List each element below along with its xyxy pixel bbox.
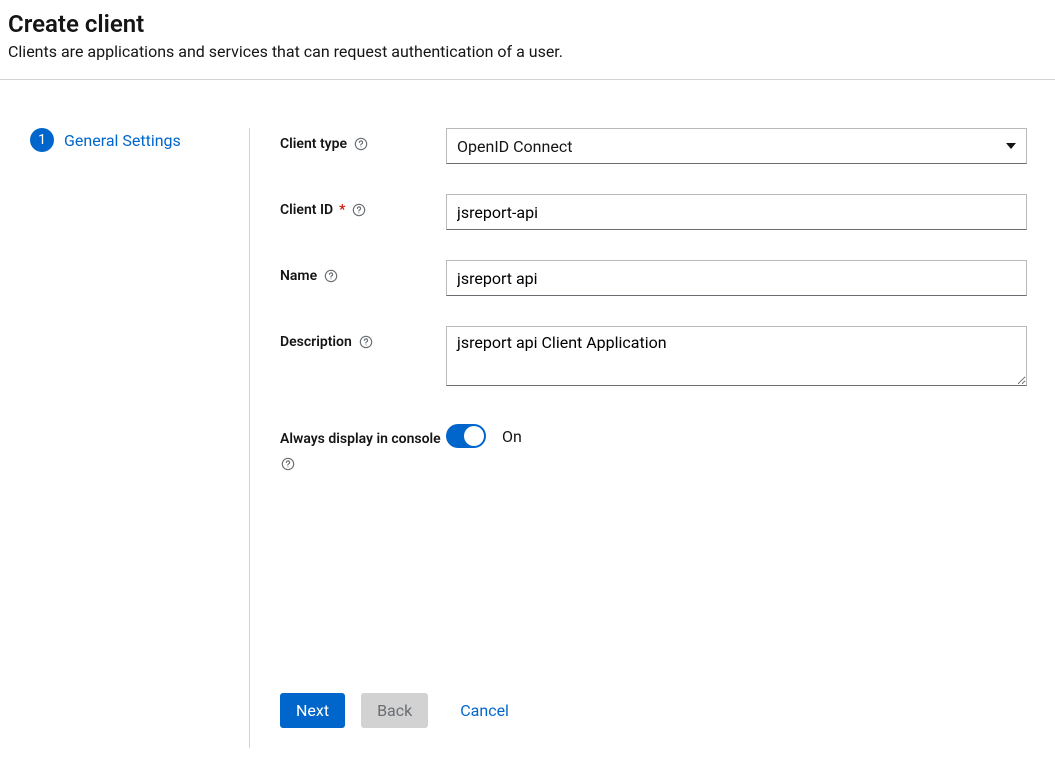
step-label: General Settings (64, 131, 181, 150)
label-client-type: Client type (280, 128, 446, 152)
label-always-display: Always display in console (280, 420, 446, 472)
client-id-input[interactable] (446, 194, 1027, 230)
client-type-value: OpenID Connect (457, 137, 1006, 156)
row-client-type: Client type OpenID Connect (280, 128, 1027, 164)
next-button[interactable]: Next (280, 693, 345, 728)
row-name: Name (280, 260, 1027, 296)
label-name: Name (280, 260, 446, 284)
back-button[interactable]: Back (361, 693, 428, 728)
cancel-button[interactable]: Cancel (444, 693, 525, 728)
client-type-select[interactable]: OpenID Connect (446, 128, 1027, 164)
help-icon[interactable] (353, 136, 369, 152)
help-icon[interactable] (351, 202, 367, 218)
form-footer: Next Back Cancel (280, 653, 1027, 748)
required-mark: * (339, 202, 345, 218)
row-description: Description (280, 326, 1027, 390)
chevron-down-icon (1006, 143, 1016, 149)
wizard-step-general-settings[interactable]: 1 General Settings (30, 128, 249, 152)
row-client-id: Client ID * (280, 194, 1027, 230)
page-subtitle: Clients are applications and services th… (8, 42, 1047, 61)
help-icon[interactable] (323, 268, 339, 284)
always-display-toggle[interactable] (446, 424, 486, 448)
page-header: Create client Clients are applications a… (0, 0, 1055, 80)
help-icon[interactable] (358, 334, 374, 350)
wizard-nav: 1 General Settings (0, 128, 250, 748)
row-always-display: Always display in console On (280, 420, 1027, 472)
content-area: 1 General Settings Client type OpenID Co… (0, 80, 1055, 748)
help-icon[interactable] (280, 456, 296, 472)
toggle-knob (464, 426, 484, 446)
label-description: Description (280, 326, 446, 350)
step-number-badge: 1 (30, 128, 54, 152)
page-title: Create client (8, 10, 1047, 38)
name-input[interactable] (446, 260, 1027, 296)
toggle-state-label: On (502, 427, 522, 446)
label-client-id: Client ID * (280, 194, 446, 218)
description-input[interactable] (446, 326, 1027, 386)
form-area: Client type OpenID Connect Client I (250, 128, 1055, 748)
